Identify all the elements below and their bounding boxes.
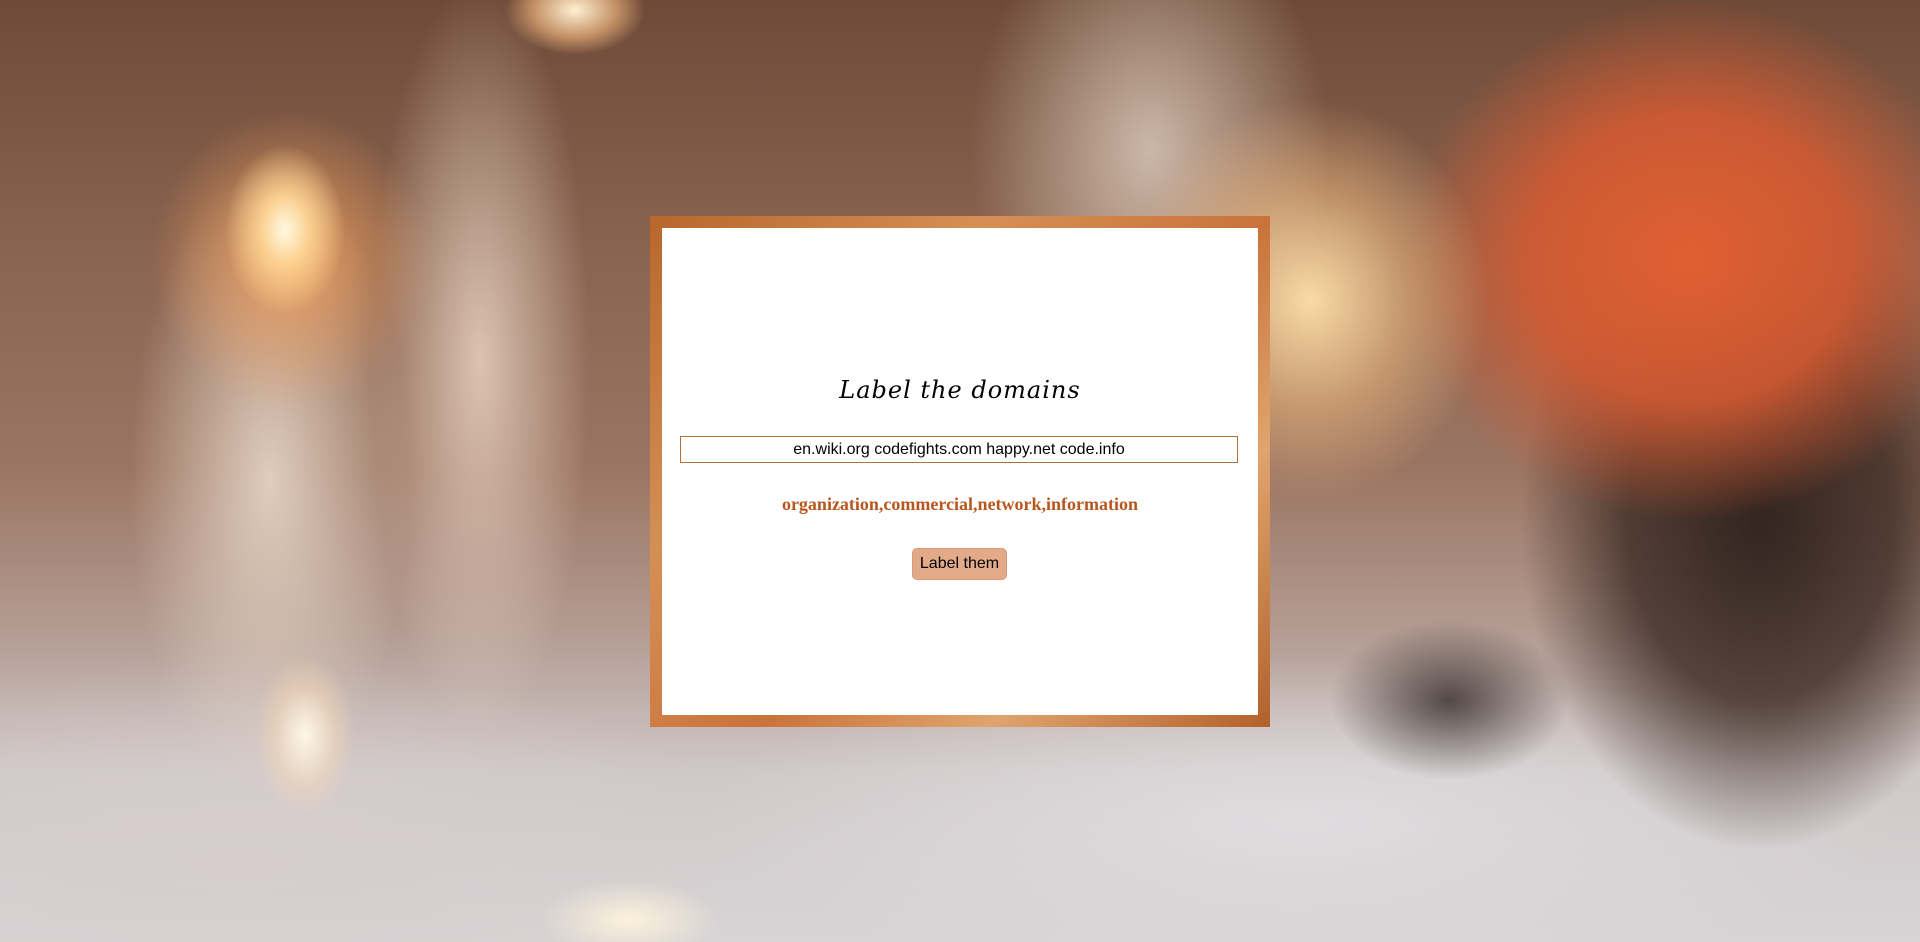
- label-them-button[interactable]: Label them: [912, 548, 1007, 580]
- page-title: Label the domains: [839, 376, 1081, 404]
- domains-input[interactable]: [680, 436, 1238, 463]
- card-frame: Label the domains organization,commercia…: [650, 216, 1270, 727]
- domain-labeler-card: Label the domains organization,commercia…: [662, 228, 1258, 715]
- result-text: organization,commercial,network,informat…: [781, 494, 1139, 514]
